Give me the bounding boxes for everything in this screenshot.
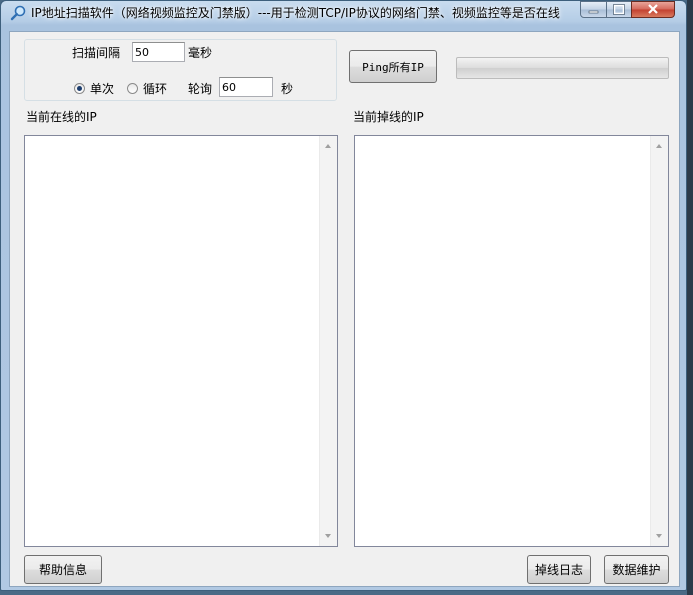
maximize-icon	[613, 4, 625, 15]
mode-single-label[interactable]: 单次	[90, 80, 114, 97]
desktop-edge	[687, 0, 693, 595]
minimize-button[interactable]	[580, 1, 607, 18]
scan-interval-label: 扫描间隔	[72, 46, 121, 60]
offline-ip-list[interactable]	[354, 135, 669, 547]
poll-input[interactable]	[219, 77, 273, 97]
close-button[interactable]	[631, 1, 675, 18]
scroll-down-icon[interactable]	[656, 534, 662, 538]
scan-progress-bar	[456, 57, 669, 79]
poll-label: 轮询	[188, 82, 213, 96]
offline-log-button[interactable]: 掉线日志	[527, 555, 591, 584]
help-button[interactable]: 帮助信息	[24, 555, 102, 584]
magnifier-icon	[10, 5, 26, 21]
settings-group: 扫描间隔 毫秒 单次 循环 轮询 秒	[24, 39, 337, 101]
window-title: IP地址扫描软件（网络视频监控及门禁版）---用于检测TCP/IP协议的网络门禁…	[31, 6, 560, 20]
mode-single-radio[interactable]	[74, 83, 85, 94]
title-bar[interactable]: IP地址扫描软件（网络视频监控及门禁版）---用于检测TCP/IP协议的网络门禁…	[1, 1, 686, 25]
scroll-up-icon[interactable]	[656, 144, 662, 148]
offline-list-scrollbar[interactable]	[650, 136, 668, 546]
minimize-icon	[588, 10, 599, 14]
scroll-down-icon[interactable]	[325, 534, 331, 538]
scan-interval-unit: 毫秒	[188, 46, 213, 60]
online-ip-label: 当前在线的IP	[26, 110, 97, 124]
radio-selected-dot	[77, 86, 82, 91]
app-window: IP地址扫描软件（网络视频监控及门禁版）---用于检测TCP/IP协议的网络门禁…	[0, 0, 687, 591]
close-icon	[648, 4, 658, 14]
data-maintenance-button[interactable]: 数据维护	[604, 555, 669, 584]
offline-ip-label: 当前掉线的IP	[353, 110, 424, 124]
maximize-button[interactable]	[606, 1, 632, 18]
client-area: 扫描间隔 毫秒 单次 循环 轮询 秒 Ping所有IP 当前在线的IP 当前掉线…	[9, 31, 680, 587]
online-list-scrollbar[interactable]	[319, 136, 337, 546]
ping-all-button[interactable]: Ping所有IP	[349, 50, 437, 83]
scroll-up-icon[interactable]	[325, 144, 331, 148]
mode-loop-radio[interactable]	[127, 83, 138, 94]
scan-interval-input[interactable]	[132, 42, 185, 62]
poll-unit: 秒	[281, 82, 294, 96]
online-ip-list[interactable]	[24, 135, 338, 547]
mode-loop-label[interactable]: 循环	[143, 80, 167, 97]
